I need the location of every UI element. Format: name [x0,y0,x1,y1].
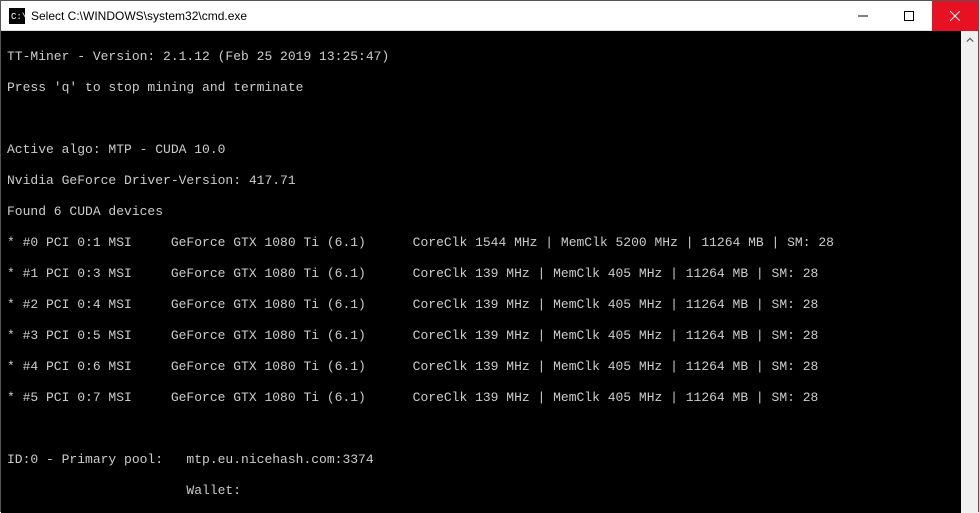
window-controls [840,1,978,30]
device-line: * #4 PCI 0:6 MSI GeForce GTX 1080 Ti (6.… [7,359,972,375]
maximize-button[interactable] [886,1,932,31]
blank-line [7,421,972,437]
algo-line: Active algo: MTP - CUDA 10.0 [7,142,972,158]
blank-line [7,111,972,127]
device-line: * #1 PCI 0:3 MSI GeForce GTX 1080 Ti (6.… [7,266,972,282]
pool-line: ID:0 - Primary pool: mtp.eu.nicehash.com… [7,452,972,468]
driver-line: Nvidia GeForce Driver-Version: 417.71 [7,173,972,189]
titlebar[interactable]: C:\ Select C:\WINDOWS\system32\cmd.exe [1,1,978,31]
device-line: * #5 PCI 0:7 MSI GeForce GTX 1080 Ti (6.… [7,390,972,406]
pool-wallet-line: Wallet: [7,483,972,499]
header-line: TT-Miner - Version: 2.1.12 (Feb 25 2019 … [7,49,972,65]
device-line: * #0 PCI 0:1 MSI GeForce GTX 1080 Ti (6.… [7,235,972,251]
svg-text:C:\: C:\ [11,12,25,22]
found-line: Found 6 CUDA devices [7,204,972,220]
header-line: Press 'q' to stop mining and terminate [7,80,972,96]
terminal-area: TT-Miner - Version: 2.1.12 (Feb 25 2019 … [1,31,978,513]
close-button[interactable] [932,1,978,31]
terminal-output[interactable]: TT-Miner - Version: 2.1.12 (Feb 25 2019 … [1,31,978,513]
minimize-button[interactable] [840,1,886,31]
scrollbar[interactable] [961,31,978,513]
cmd-icon: C:\ [9,8,25,24]
device-line: * #3 PCI 0:5 MSI GeForce GTX 1080 Ti (6.… [7,328,972,344]
scroll-up-button[interactable] [961,31,978,48]
device-line: * #2 PCI 0:4 MSI GeForce GTX 1080 Ti (6.… [7,297,972,313]
window-title: Select C:\WINDOWS\system32\cmd.exe [31,9,840,23]
